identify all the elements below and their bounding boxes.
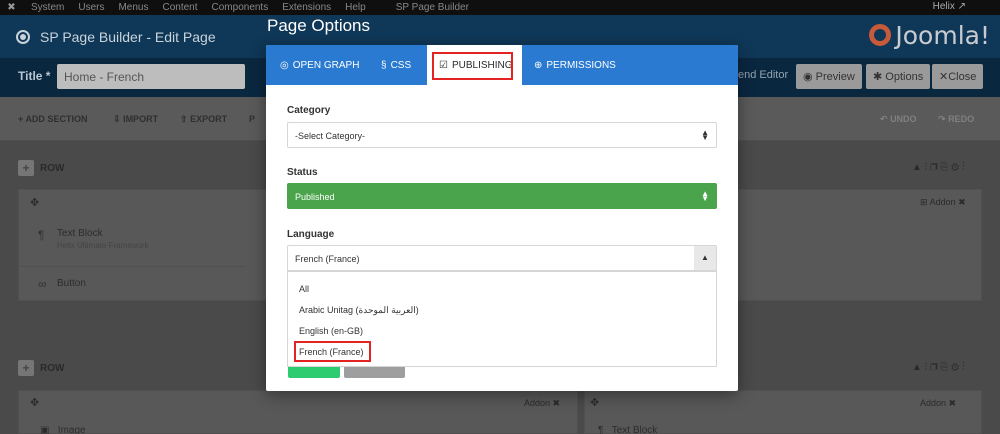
nav-users[interactable]: Users bbox=[78, 2, 104, 13]
apply-button[interactable] bbox=[288, 367, 340, 378]
language-value: French (France) bbox=[295, 254, 360, 264]
redo-icon: ↷ bbox=[938, 114, 946, 124]
addon-title[interactable]: ¶ Text Block bbox=[598, 425, 657, 434]
row-tools[interactable]: ▲ ⫶ ❐ ⎘ ⚙ ⋮ bbox=[912, 362, 965, 373]
export-button[interactable]: ⇧ EXPORT bbox=[180, 114, 227, 125]
status-label: Status bbox=[287, 167, 318, 178]
open-graph-icon: ◎ bbox=[280, 59, 289, 71]
tab-open-graph[interactable]: ◎ OPEN GRAPH bbox=[280, 45, 359, 85]
nav-content[interactable]: Content bbox=[162, 2, 197, 13]
page-title: SP Page Builder - Edit Page bbox=[40, 28, 216, 45]
gear-icon: ✱ bbox=[873, 71, 883, 83]
category-value: -Select Category- bbox=[295, 131, 366, 141]
plus-icon: + bbox=[18, 114, 24, 124]
addon-title[interactable]: ▣ Image bbox=[40, 425, 86, 434]
close-icon: ✕ bbox=[939, 71, 949, 83]
page-options-modal: ◎ OPEN GRAPH § CSS ☑ PUBLISHING ⊕ PERMISSION… bbox=[266, 45, 738, 391]
language-label: Language bbox=[287, 229, 335, 240]
text-block-icon: ¶ bbox=[598, 425, 604, 434]
language-option[interactable]: Arabic Unitag (العربية الموحدة) bbox=[299, 305, 419, 316]
row-tools[interactable]: ▲ ⫶ ❐ ⎘ ⚙ ⋮ bbox=[912, 162, 965, 173]
row-label: ROW bbox=[40, 162, 65, 174]
column-box bbox=[18, 390, 578, 434]
modal-tabs: ◎ OPEN GRAPH § CSS ☑ PUBLISHING ⊕ PERMISSION… bbox=[266, 45, 738, 85]
p-button[interactable]: P bbox=[249, 114, 255, 124]
select-arrows-icon: ▲ ▼ bbox=[701, 128, 709, 142]
french-highlight bbox=[294, 341, 371, 362]
options-button[interactable]: ✱ Options bbox=[866, 64, 931, 89]
add-addon-button[interactable]: Addon ✖ bbox=[920, 398, 956, 409]
chevron-up-icon[interactable]: ▲ bbox=[694, 246, 716, 270]
nav-system[interactable]: System bbox=[31, 2, 64, 13]
css-icon: § bbox=[381, 59, 387, 71]
eye-icon: ◉ bbox=[803, 71, 813, 83]
move-icon[interactable]: ✥ bbox=[590, 396, 599, 409]
row-header[interactable]: + ROW bbox=[18, 358, 64, 378]
tab-permissions[interactable]: ⊕ PERMISSIONS bbox=[534, 45, 616, 85]
add-addon-button[interactable]: Addon ✖ bbox=[524, 398, 560, 409]
tab-css[interactable]: § CSS bbox=[381, 45, 411, 85]
close-button[interactable]: ✕Close bbox=[932, 64, 984, 89]
language-option[interactable]: All bbox=[299, 284, 309, 294]
title-input[interactable]: Home - French bbox=[57, 64, 245, 89]
move-icon[interactable]: ✥ bbox=[30, 396, 39, 409]
language-option[interactable]: English (en-GB) bbox=[299, 326, 363, 336]
wrench-icon: ✖ bbox=[948, 398, 957, 408]
status-select[interactable]: Published ▲ ▼ bbox=[287, 183, 717, 209]
category-label: Category bbox=[287, 105, 331, 116]
tab-publishing[interactable]: ☑ PUBLISHING bbox=[427, 45, 522, 85]
addon-item[interactable]: ¶ Text Block Helix Ultimate Framework bbox=[20, 220, 246, 258]
nav-sp-page-builder[interactable]: SP Page Builder bbox=[396, 2, 469, 13]
addon-subtitle: Helix Ultimate Framework bbox=[57, 241, 149, 250]
joomla-logo-icon[interactable]: ✖ bbox=[4, 2, 19, 13]
title-label: Title * bbox=[18, 69, 51, 83]
row-label: ROW bbox=[40, 362, 65, 374]
publishing-highlight bbox=[432, 52, 513, 80]
row-handle-icon[interactable]: + bbox=[18, 160, 34, 176]
wrench-icon: ✖ bbox=[958, 197, 966, 207]
nav-components[interactable]: Components bbox=[212, 2, 269, 13]
add-addon-icon: ⊞ bbox=[920, 197, 928, 207]
site-link[interactable]: Helix ↗ bbox=[933, 1, 966, 12]
nav-menus[interactable]: Menus bbox=[118, 2, 148, 13]
cancel-button[interactable] bbox=[344, 367, 405, 378]
select-arrows-icon: ▲ ▼ bbox=[701, 189, 709, 203]
link-icon: ∞ bbox=[38, 277, 47, 291]
wrench-icon: ✖ bbox=[552, 398, 561, 408]
external-link-icon: ↗ bbox=[957, 1, 966, 12]
globe-icon: ⊕ bbox=[534, 59, 543, 71]
language-select[interactable]: French (France) ▲ bbox=[287, 245, 717, 271]
nav-help[interactable]: Help bbox=[345, 2, 366, 13]
row-header[interactable]: + ROW bbox=[18, 158, 64, 178]
import-icon: ⇩ bbox=[113, 114, 121, 124]
undo-button[interactable]: ↶ UNDO bbox=[880, 114, 917, 125]
category-select[interactable]: -Select Category- ▲ ▼ bbox=[287, 122, 717, 148]
image-icon: ▣ bbox=[40, 425, 50, 434]
add-section-button[interactable]: + ADD SECTION bbox=[18, 114, 87, 124]
language-dropdown: All Arabic Unitag (العربية الموحدة) Engl… bbox=[287, 271, 717, 367]
admin-top-nav: ✖ System Users Menus Content Components … bbox=[0, 0, 1000, 15]
addon-title: Button bbox=[57, 278, 86, 289]
frontend-editor-button[interactable]: end Editor bbox=[738, 69, 788, 81]
row-handle-icon[interactable]: + bbox=[18, 360, 34, 376]
addon-item[interactable]: ∞ Button bbox=[20, 266, 246, 304]
undo-icon: ↶ bbox=[880, 114, 888, 124]
export-icon: ⇧ bbox=[180, 114, 188, 124]
text-block-icon: ¶ bbox=[38, 228, 45, 242]
joomla-brand: Joomla! bbox=[869, 21, 990, 50]
redo-button[interactable]: ↷ REDO bbox=[938, 114, 974, 125]
add-addon-button[interactable]: ⊞ Addon ✖ bbox=[920, 197, 966, 208]
joomla-mark-icon bbox=[869, 24, 892, 46]
import-button[interactable]: ⇩ IMPORT bbox=[113, 114, 158, 125]
status-value: Published bbox=[295, 192, 335, 202]
nav-extensions[interactable]: Extensions bbox=[282, 2, 331, 13]
addon-title: Text Block bbox=[57, 228, 103, 239]
page-builder-icon bbox=[16, 29, 30, 44]
modal-title: Page Options bbox=[267, 16, 371, 35]
move-icon[interactable]: ✥ bbox=[30, 196, 39, 209]
preview-button[interactable]: ◉ Preview bbox=[796, 64, 862, 89]
